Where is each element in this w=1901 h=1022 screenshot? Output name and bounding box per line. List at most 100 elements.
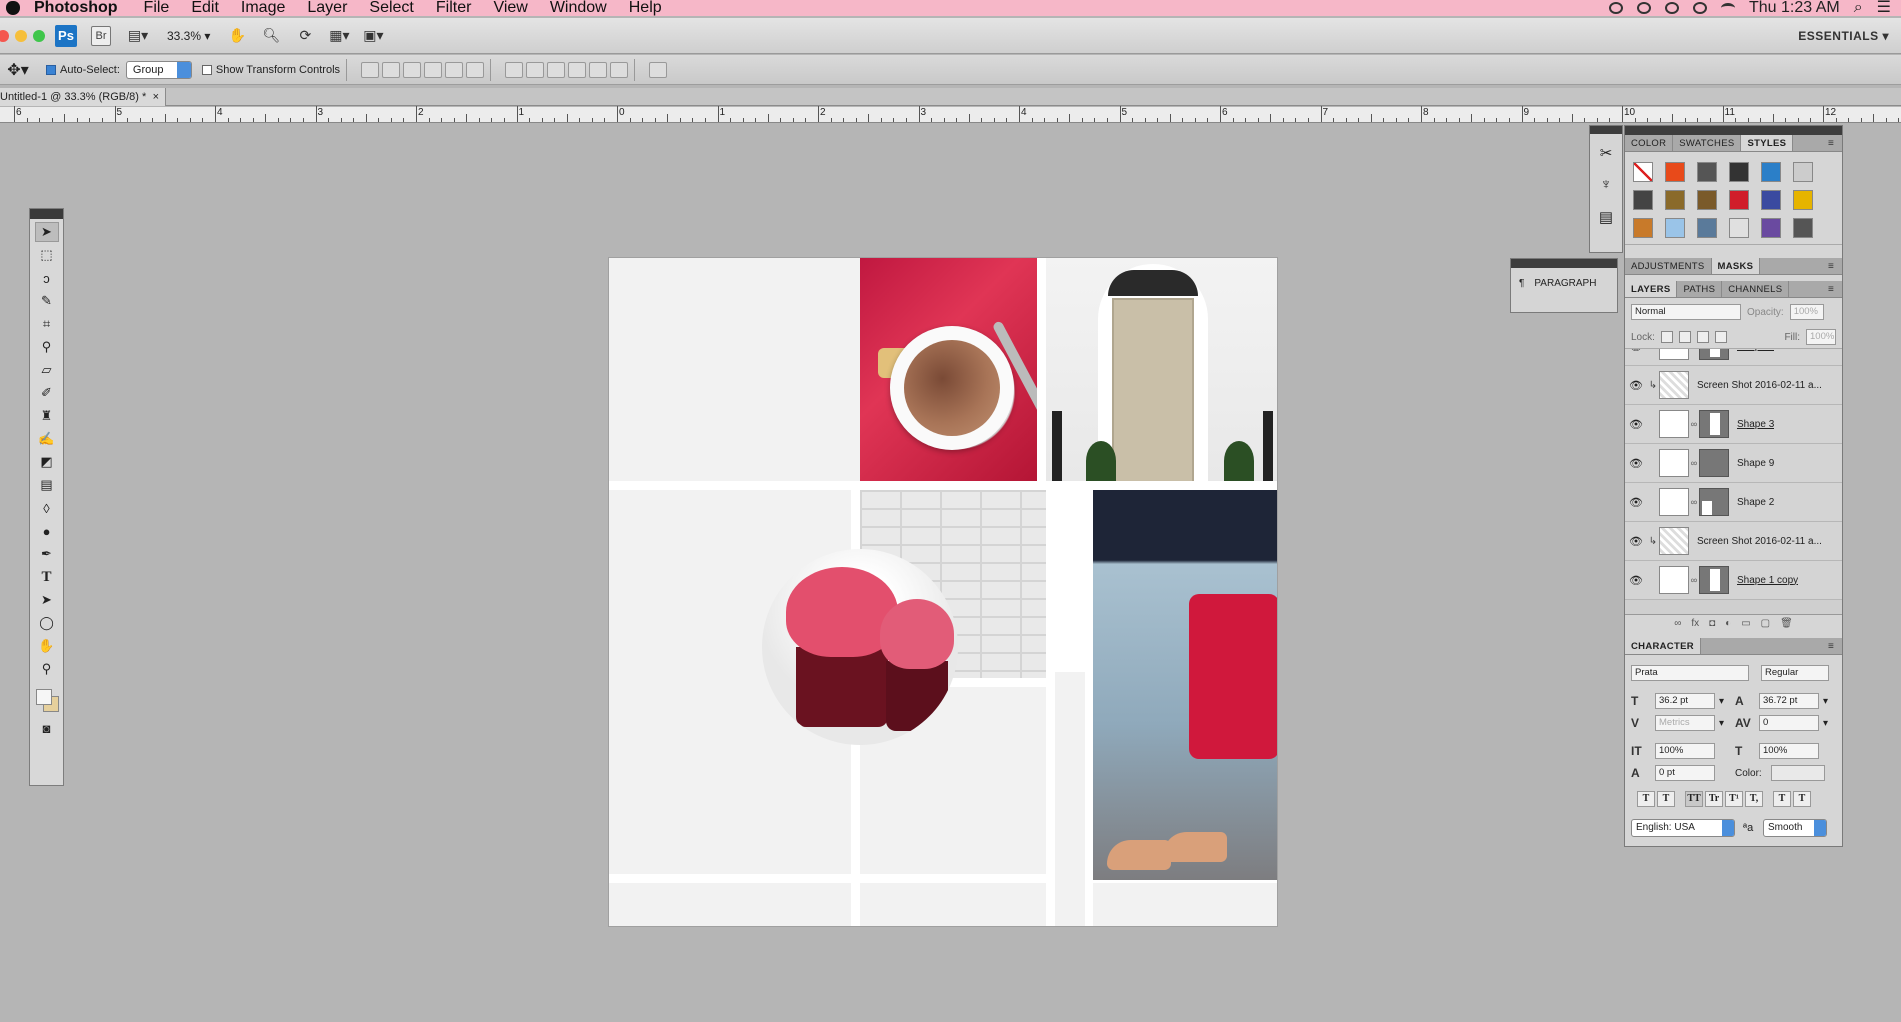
delete-layer-icon[interactable]: 🗑︎ (1780, 618, 1793, 629)
zoom-tool-icon[interactable]: 🔍︎ (258, 26, 284, 46)
text-color-swatch[interactable] (1771, 765, 1825, 781)
gradient-tool-icon[interactable]: ▤ (35, 475, 59, 495)
horizontal-scale-input[interactable]: 100% (1759, 743, 1819, 759)
eyedropper-tool-icon[interactable]: ⚲ (35, 337, 59, 357)
style-swatch[interactable] (1633, 218, 1653, 238)
ellipse-tool-icon[interactable]: ◯ (35, 613, 59, 633)
new-group-icon[interactable]: ▭ (1741, 618, 1750, 629)
history-icon[interactable]: ▤ (1595, 208, 1617, 230)
style-swatch[interactable] (1697, 190, 1717, 210)
visibility-eye-icon[interactable]: 👁︎ (1625, 457, 1647, 470)
tool-presets-icon[interactable]: ✂ (1595, 144, 1617, 166)
quick-selection-tool-icon[interactable]: ✎ (35, 291, 59, 311)
style-swatch[interactable] (1761, 218, 1781, 238)
distribute-right-button[interactable] (610, 61, 629, 78)
tab-paths[interactable]: PATHS (1677, 281, 1723, 297)
show-transform-checkbox[interactable] (201, 64, 212, 75)
quick-mask-icon[interactable]: ◙ (35, 718, 59, 738)
tab-styles[interactable]: STYLES (1741, 135, 1794, 151)
menu-image[interactable]: Image (241, 0, 285, 16)
dropdown-chevron-icon[interactable]: ▾ (1823, 696, 1828, 707)
hand-tool-icon[interactable]: ✋ (35, 636, 59, 656)
menu-file[interactable]: File (144, 0, 170, 16)
tab-color[interactable]: COLOR (1625, 135, 1674, 151)
hand-tool-icon[interactable]: ✋ (224, 26, 250, 46)
visibility-eye-icon[interactable]: 👁︎ (1625, 574, 1647, 587)
style-swatch[interactable] (1793, 162, 1813, 182)
style-swatch[interactable] (1729, 162, 1749, 182)
clone-source-icon[interactable]: ♆ (1595, 176, 1617, 198)
adjustment-layer-icon[interactable]: ◐ (1725, 618, 1731, 629)
lasso-tool-icon[interactable]: ↄ (35, 268, 59, 288)
strikethrough-button[interactable]: T (1793, 791, 1811, 807)
style-swatch[interactable] (1697, 218, 1717, 238)
distribute-top-button[interactable] (505, 61, 524, 78)
layer-row[interactable]: 👁︎ ∞ Shape 9 (1625, 444, 1842, 483)
menu-layer[interactable]: Layer (307, 0, 347, 16)
link-layers-icon[interactable]: ∞ (1674, 618, 1681, 629)
brush-tool-icon[interactable]: ✐ (35, 383, 59, 403)
lock-all-icon[interactable] (1714, 331, 1727, 343)
align-top-button[interactable] (361, 61, 380, 78)
tab-masks[interactable]: MASKS (1711, 258, 1761, 274)
color-swatches[interactable] (34, 685, 60, 715)
faux-italic-button[interactable]: T (1657, 791, 1675, 807)
close-window-button[interactable] (0, 29, 9, 42)
type-tool-icon[interactable]: T (35, 567, 59, 587)
zoom-window-button[interactable] (33, 29, 45, 42)
eraser-tool-icon[interactable]: ◩ (35, 452, 59, 472)
tab-swatches[interactable]: SWATCHES (1673, 135, 1742, 151)
baseline-shift-input[interactable]: 0 pt (1655, 765, 1715, 781)
dropbox-status-icon[interactable] (1664, 2, 1679, 14)
dropdown-chevron-icon[interactable]: ▾ (1823, 718, 1828, 729)
underline-button[interactable]: T (1773, 791, 1791, 807)
kerning-input[interactable]: Metrics (1655, 715, 1715, 731)
visibility-eye-icon[interactable]: 👁︎ (1625, 418, 1647, 431)
minimize-window-button[interactable] (15, 29, 27, 42)
style-swatch[interactable] (1665, 218, 1685, 238)
distribute-hcenter-button[interactable] (589, 61, 608, 78)
layer-style-icon[interactable]: fx (1691, 618, 1699, 629)
all-caps-button[interactable]: TT (1685, 791, 1703, 807)
panel-header[interactable] (1511, 259, 1617, 268)
auto-select-checkbox[interactable] (46, 64, 56, 75)
view-extras-icon[interactable]: ▤▾ (125, 26, 151, 46)
layer-row[interactable]: 👁︎ ∞ Shape 4 (1625, 349, 1842, 366)
menu-edit[interactable]: Edit (191, 0, 219, 16)
leading-input[interactable]: 36.72 pt (1759, 693, 1819, 709)
distribute-left-button[interactable] (568, 61, 587, 78)
antialias-select[interactable]: Smooth (1763, 819, 1827, 837)
align-right-button[interactable] (466, 61, 485, 78)
layer-row[interactable]: 👁︎ ∞ Shape 2 (1625, 483, 1842, 522)
new-layer-icon[interactable]: ▢ (1761, 618, 1770, 629)
spotlight-icon[interactable]: ⌕ (1854, 0, 1863, 16)
style-swatch[interactable] (1665, 162, 1685, 182)
visibility-eye-icon[interactable]: 👁︎ (1625, 379, 1647, 392)
visibility-eye-icon[interactable]: 👁︎ (1625, 535, 1647, 548)
horizontal-ruler[interactable]: 6 5 4 3 2 1 0 1 2 3 4 5 6 7 8 9 10 11 12 (0, 106, 1901, 123)
arrange-documents-icon[interactable]: ▦▾ (326, 26, 352, 46)
opacity-input[interactable]: 100% (1789, 304, 1824, 320)
dropdown-chevron-icon[interactable]: ▾ (1719, 696, 1731, 707)
tab-channels[interactable]: CHANNELS (1722, 281, 1790, 297)
style-swatch[interactable] (1793, 218, 1813, 238)
lock-pixels-icon[interactable] (1678, 331, 1691, 343)
foreground-color-swatch[interactable] (35, 689, 52, 705)
superscript-button[interactable]: T¹ (1725, 791, 1743, 807)
screen-mode-icon[interactable]: ▣▾ (360, 26, 386, 46)
menu-view[interactable]: View (493, 0, 527, 16)
clock[interactable]: Thu 1:23 AM (1749, 0, 1840, 16)
bridge-button[interactable]: Br (91, 25, 111, 46)
wifi-icon[interactable] (1720, 3, 1735, 13)
blur-tool-icon[interactable]: ◊ (35, 498, 59, 518)
panel-menu-icon[interactable]: ≡ (1828, 258, 1842, 274)
healing-brush-tool-icon[interactable]: ▱ (35, 360, 59, 380)
adobe-status-icon[interactable] (1608, 2, 1623, 14)
document-tab[interactable]: Untitled-1 @ 33.3% (RGB/8) * × (0, 88, 166, 106)
language-select[interactable]: English: USA (1631, 819, 1735, 837)
path-selection-tool-icon[interactable]: ➤ (35, 590, 59, 610)
subscript-button[interactable]: T, (1745, 791, 1763, 807)
dock-header[interactable] (1625, 126, 1842, 135)
layer-row[interactable]: 👁︎ ∞ Shape 1 copy (1625, 561, 1842, 600)
style-swatch[interactable] (1633, 162, 1653, 182)
